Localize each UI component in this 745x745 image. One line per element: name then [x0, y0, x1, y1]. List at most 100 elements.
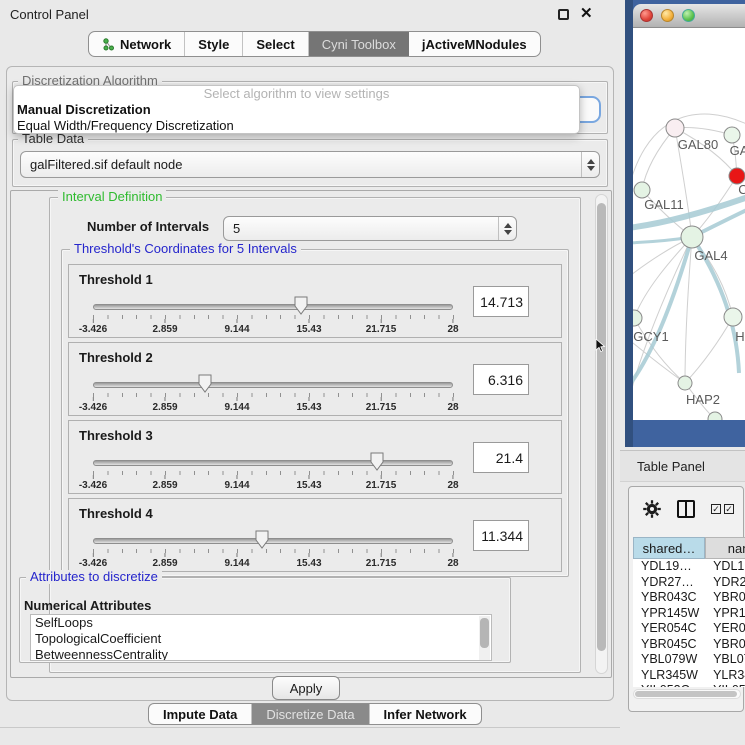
close-icon[interactable]: ✕	[580, 4, 593, 22]
tick-label: 21.715	[366, 397, 397, 413]
algorithm-placeholder: Select algorithm to view settings	[14, 86, 579, 102]
float-window-icon[interactable]	[558, 9, 569, 20]
algorithm-option-manual[interactable]: Manual Discretization	[14, 102, 579, 118]
network-node[interactable]	[633, 310, 642, 326]
list-item[interactable]: BetweennessCentrality	[31, 647, 491, 661]
threshold-2-slider-track[interactable]	[93, 382, 453, 388]
tick-label: 21.715	[366, 553, 397, 569]
table-row[interactable]: YDR27…YDR27	[633, 575, 745, 591]
close-traffic-light-icon[interactable]	[640, 9, 653, 22]
threshold-2-label: Threshold 2	[79, 350, 153, 365]
tick-label: 2.859	[152, 397, 177, 413]
node-table[interactable]: shared… name YDL19…YDL19 YDR27…YDR27 YBR…	[633, 537, 745, 687]
cell: YER05	[705, 621, 745, 637]
gear-icon[interactable]	[643, 500, 661, 518]
panel-divider	[0, 727, 620, 728]
table-data-combobox[interactable]: galFiltered.sif default node	[20, 151, 600, 178]
column-layout-icon[interactable]	[677, 500, 695, 518]
table-row[interactable]: YER054CYER05	[633, 621, 745, 637]
tick-label: 2.859	[152, 553, 177, 569]
tab-discretize-data[interactable]: Discretize Data	[252, 704, 369, 724]
threshold-3-panel: Threshold 3 -3.426 2.859 9.144 15.43 21.…	[68, 420, 562, 494]
tick-label: 15.43	[296, 475, 321, 491]
tick-label: 28	[447, 397, 458, 413]
number-of-intervals-label: Number of Intervals	[87, 219, 209, 234]
panel-scrollbar-thumb[interactable]	[597, 203, 606, 651]
network-node[interactable]	[634, 182, 650, 198]
threshold-3-slider-track[interactable]	[93, 460, 453, 466]
threshold-4-slider-track[interactable]	[93, 538, 453, 544]
table-row[interactable]: YLR345WYLR34	[633, 668, 745, 684]
table-row[interactable]: YBR045CYBR04	[633, 637, 745, 653]
tab-impute-data-label: Impute Data	[163, 707, 237, 722]
column-header-name[interactable]: name	[705, 537, 745, 559]
control-panel: Control Panel ✕ Network Style Select Cyn…	[0, 0, 620, 745]
cell: YBR04	[705, 637, 745, 653]
table-row[interactable]: YBR043CYBR04	[633, 590, 745, 606]
checkbox-icon: ✓	[724, 504, 734, 514]
tab-jactivemnodules[interactable]: jActiveMNodules	[409, 32, 540, 56]
number-of-intervals-combobox[interactable]: 5	[223, 216, 517, 241]
threshold-2-value-field[interactable]: 6.316	[473, 364, 529, 395]
minimize-traffic-light-icon[interactable]	[661, 9, 674, 22]
table-horizontal-scrollbar[interactable]	[633, 689, 741, 699]
network-node[interactable]	[666, 119, 684, 137]
tick-label: 9.144	[224, 475, 249, 491]
list-item[interactable]: SelfLoops	[31, 615, 491, 631]
threshold-1-slider-thumb[interactable]	[294, 296, 308, 315]
top-tab-bar: Network Style Select Cyni Toolbox jActiv…	[88, 31, 541, 57]
tick-label: 2.859	[152, 475, 177, 491]
threshold-2-slider-thumb[interactable]	[198, 374, 212, 393]
tick-label: 21.715	[366, 475, 397, 491]
list-item[interactable]: TopologicalCoefficient	[31, 631, 491, 647]
table-data-label: Table Data	[18, 132, 88, 146]
threshold-1-slider-track[interactable]	[93, 304, 453, 310]
number-of-intervals-value: 5	[224, 221, 498, 236]
cell: YBR04	[705, 590, 745, 606]
table-row[interactable]: YPR145WYPR14	[633, 606, 745, 622]
tick-labels: -3.426 2.859 9.144 15.43 21.715 28	[93, 319, 453, 335]
list-scrollbar[interactable]	[479, 616, 490, 660]
tab-impute-data[interactable]: Impute Data	[149, 704, 252, 724]
threshold-3-slider-thumb[interactable]	[370, 452, 384, 471]
select-columns-icon[interactable]: ✓ ✓	[711, 504, 734, 514]
column-header-shared-name[interactable]: shared…	[633, 537, 705, 559]
scrollbar-thumb[interactable]	[635, 691, 737, 697]
tick-label: 28	[447, 475, 458, 491]
table-row[interactable]: YIL052CYIL05	[633, 683, 745, 687]
tab-style[interactable]: Style	[185, 32, 243, 56]
table-row[interactable]: YDL19…YDL19	[633, 559, 745, 575]
algorithm-option-equal-width[interactable]: Equal Width/Frequency Discretization	[14, 118, 579, 134]
table-row[interactable]: YBL079WYBL07	[633, 652, 745, 668]
network-node[interactable]	[708, 412, 722, 420]
attributes-group-label: Attributes to discretize	[26, 570, 162, 584]
tab-select[interactable]: Select	[243, 32, 308, 56]
threshold-4-slider-thumb[interactable]	[255, 530, 269, 549]
tab-cyni-toolbox[interactable]: Cyni Toolbox	[309, 32, 409, 56]
network-window-titlebar[interactable]	[633, 4, 745, 28]
threshold-3-value-field[interactable]: 21.4	[473, 442, 529, 473]
mouse-cursor	[595, 339, 607, 353]
thick-edges	[633, 196, 745, 388]
numerical-attributes-list[interactable]: SelfLoops TopologicalCoefficient Between…	[30, 614, 492, 661]
algorithm-dropdown-popup: Select algorithm to view settings Manual…	[13, 85, 580, 134]
network-icon	[102, 38, 115, 51]
panel-scrollbar[interactable]	[595, 194, 608, 674]
tab-infer-network[interactable]: Infer Network	[370, 704, 481, 724]
threshold-1-label: Threshold 1	[79, 272, 153, 287]
threshold-4-value-field[interactable]: 11.344	[473, 520, 529, 551]
tick-label: 9.144	[224, 319, 249, 335]
network-node[interactable]	[678, 376, 692, 390]
apply-button[interactable]: Apply	[272, 676, 340, 700]
network-canvas[interactable]: GAL80GACGAL11GAL4GCY1HHAP2	[633, 28, 745, 420]
network-node[interactable]	[681, 226, 703, 248]
tab-network[interactable]: Network	[89, 32, 185, 56]
network-node[interactable]	[724, 308, 742, 326]
cell: YBL07	[705, 652, 745, 668]
threshold-1-panel: Threshold 1 -3.426 2.859 9.144 15.43 21.…	[68, 264, 562, 338]
node-label: GAL4	[694, 248, 727, 263]
cell: YLR34	[705, 668, 745, 684]
threshold-1-value-field[interactable]: 14.713	[473, 286, 529, 317]
network-node[interactable]	[724, 127, 740, 143]
zoom-traffic-light-icon[interactable]	[682, 9, 695, 22]
